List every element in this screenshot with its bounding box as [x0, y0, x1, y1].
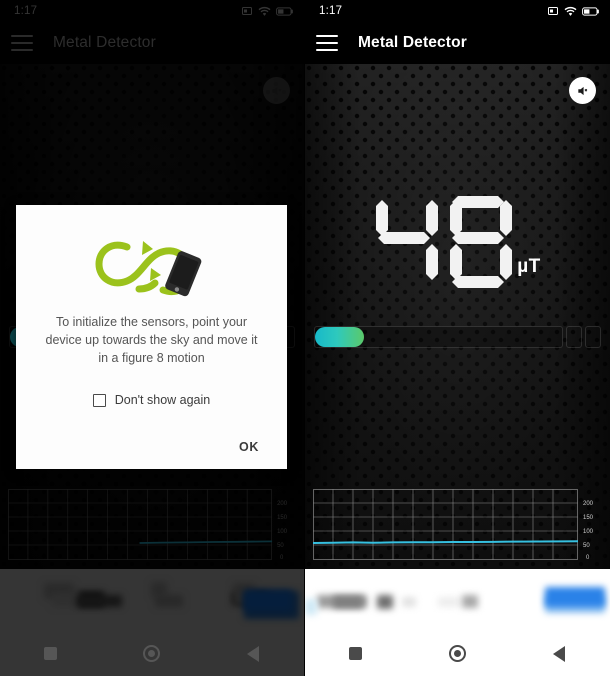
field-history-chart: 200 150 100 50 0: [313, 489, 602, 561]
bottom-area: [305, 569, 610, 676]
segment-digit: [450, 196, 513, 288]
progress-fill: [315, 327, 365, 347]
wifi-icon: [564, 6, 577, 16]
dialog-actions: OK: [34, 435, 269, 459]
blur-blob: [377, 595, 393, 609]
chart-line-series: [313, 540, 579, 544]
app-title: Metal Detector: [358, 34, 467, 51]
detector-canvas: µT 200 150 100 50 0: [305, 64, 610, 569]
field-unit-label: µT: [517, 256, 541, 277]
svg-text:100: 100: [583, 529, 594, 535]
seven-segment-value: [374, 192, 513, 288]
field-strength-bar: [314, 326, 601, 348]
battery-icon: [582, 6, 599, 16]
status-bar: 1:17: [305, 0, 610, 22]
mute-button[interactable]: [569, 77, 596, 104]
svg-text:50: 50: [583, 543, 590, 549]
progress-track[interactable]: [314, 326, 563, 348]
chart-y-tick-labels: 200 150 100 50 0: [583, 501, 594, 561]
sensor-init-dialog: To initialize the sensors, point your de…: [16, 205, 287, 470]
chart-svg: 200 150 100 50 0: [313, 489, 594, 561]
home-circle-icon: [448, 645, 466, 662]
dont-show-again-checkbox[interactable]: [92, 393, 106, 407]
android-nav-bar: [305, 631, 610, 676]
back-triangle-icon: [553, 645, 566, 662]
status-clock: 1:17: [319, 5, 343, 17]
nav-home-button[interactable]: [440, 637, 474, 671]
segment-digit: [376, 200, 439, 280]
blur-blob-accent: [545, 587, 605, 607]
status-icon-group: [547, 5, 600, 17]
svg-text:0: 0: [586, 555, 590, 561]
progress-segment-b: [585, 326, 601, 348]
dont-show-again-label: Don't show again: [114, 393, 211, 408]
phone-screen-left: 1:17 Metal Detector: [0, 0, 305, 676]
nav-back-button[interactable]: [542, 637, 576, 671]
dialog-message: To initialize the sensors, point your de…: [45, 315, 258, 366]
dialog-illustration: [34, 233, 269, 299]
screenshot-icon: [548, 7, 558, 15]
nav-recents-button[interactable]: [339, 637, 373, 671]
svg-text:200: 200: [583, 501, 594, 507]
phone-screen-right: 1:17 Metal Detector µT 200 150 100 50 0: [305, 0, 610, 676]
chart-gridlines: [313, 489, 578, 560]
hamburger-icon[interactable]: [316, 35, 338, 51]
speaker-mute-icon: [577, 86, 587, 95]
figure-eight-motion-icon: [94, 241, 201, 297]
blurred-content-strip: [305, 569, 610, 631]
blur-blob: [438, 597, 460, 607]
blur-blob: [462, 595, 478, 608]
blur-blob-accent: [305, 599, 317, 615]
dont-show-again-row[interactable]: Don't show again: [34, 393, 269, 407]
blur-blob: [333, 596, 363, 608]
recents-square-icon: [349, 647, 363, 660]
progress-segment-a: [566, 326, 582, 348]
blur-blob: [402, 597, 416, 607]
field-readout: µT: [305, 192, 610, 288]
ok-button[interactable]: OK: [235, 435, 263, 459]
svg-text:150: 150: [583, 515, 594, 521]
dual-screenshot-comparison: 1:17 Metal Detector: [0, 0, 610, 676]
app-bar: Metal Detector: [305, 22, 610, 64]
